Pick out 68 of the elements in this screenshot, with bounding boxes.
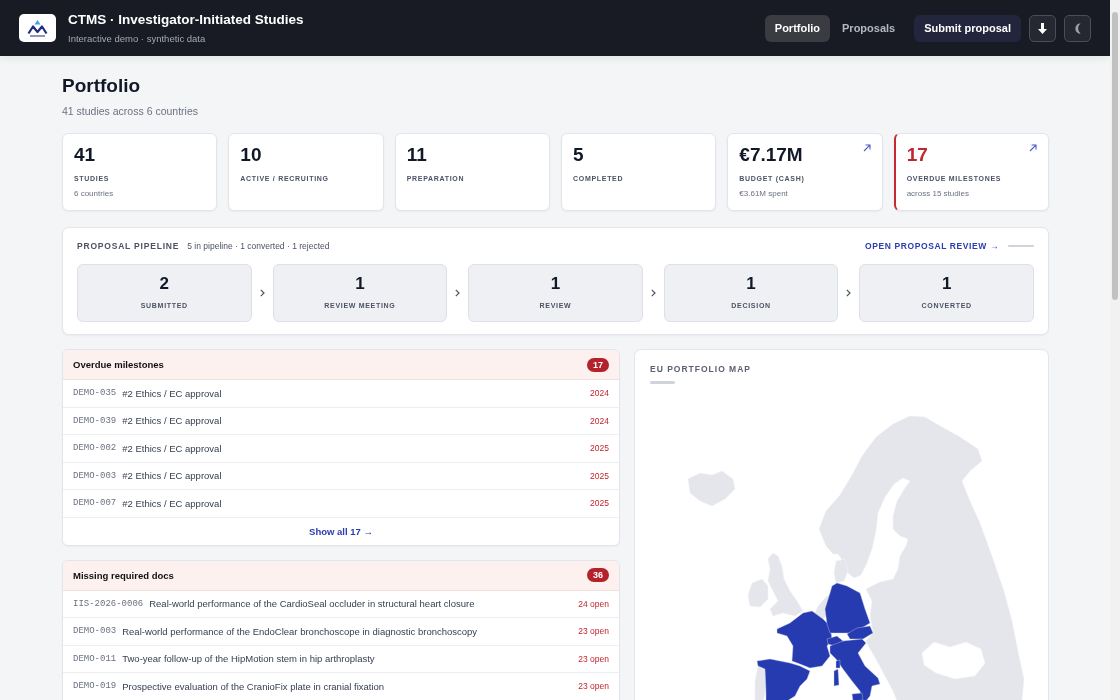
open-docs-count: 23 open	[577, 653, 609, 664]
due-year: 2024	[589, 415, 609, 426]
moon-icon	[1074, 22, 1081, 34]
app-subtitle: Interactive demo · synthetic data	[68, 33, 207, 44]
chevron-icon	[455, 289, 461, 297]
study-title: Prospective evaluation of the CranioFix plate in cranial fixation	[122, 680, 385, 692]
panel-title: PROPOSAL PIPELINE	[77, 241, 180, 251]
stat-note: 6 countries	[74, 189, 115, 199]
stage-count: 2	[159, 274, 170, 294]
open-docs-count: 23 open	[577, 681, 609, 692]
pipeline-summary: 5 in pipeline · 1 converted · 1 rejected	[187, 241, 330, 251]
stage-count: 1	[941, 274, 952, 294]
study-id: IIS-2026-0006	[73, 598, 144, 609]
page-subtitle: 41 studies across 6 countries	[62, 104, 199, 118]
open-docs-count: 24 open	[577, 598, 609, 609]
stage-count: 1	[550, 274, 561, 294]
logo-icon	[19, 14, 56, 42]
due-year: 2024	[589, 388, 609, 399]
stat-value: €7.17M	[739, 144, 804, 166]
app-title: CTMS · Investigator-Initiated Studies	[68, 12, 304, 28]
study-title: Two-year follow-up of the HipMotion stem in hip arthroplasty	[122, 653, 375, 665]
chevron-icon	[846, 289, 852, 297]
chevron-icon	[259, 289, 265, 297]
stat-value: 11	[406, 144, 428, 166]
download-button[interactable]	[1029, 14, 1056, 42]
study-id: DEMO-002	[73, 443, 117, 454]
scrollbar-thumb[interactable]	[1112, 12, 1118, 300]
due-year: 2025	[589, 470, 609, 481]
panel-title: Missing required docs	[73, 569, 174, 581]
panel-title: EU PORTFOLIO MAP	[650, 363, 752, 375]
count-badge: 36	[587, 568, 609, 582]
study-id: DEMO-003	[73, 470, 117, 481]
due-year: 2025	[589, 443, 609, 454]
study-id: DEMO-011	[73, 653, 117, 664]
study-id: DEMO-019	[73, 681, 117, 692]
due-year: 2025	[589, 498, 609, 509]
stat-value: 10	[240, 144, 263, 166]
milestone-name: #2 Ethics / EC approval	[122, 470, 222, 482]
stat-value: 5	[573, 144, 585, 166]
study-title: Real-world performance of the CardioSeal occluder in structural heart closure	[149, 598, 475, 610]
nav-tab[interactable]: Portfolio	[764, 14, 831, 42]
study-id: DEMO-003	[73, 626, 117, 637]
study-id: DEMO-039	[73, 415, 117, 426]
open-review-link[interactable]: OPEN PROPOSAL REVIEW →	[865, 241, 999, 251]
milestone-name: #2 Ethics / EC approval	[122, 442, 222, 454]
nav-tab[interactable]: Proposals	[832, 14, 906, 42]
milestone-name: #2 Ethics / EC approval	[122, 415, 222, 427]
scrollbar[interactable]	[1110, 0, 1120, 700]
study-id: DEMO-007	[73, 498, 117, 509]
show-all-link[interactable]: Show all 17 →	[309, 525, 373, 537]
study-title: Real-world performance of the EndoClear bronchoscope in diagnostic bronchoscopy	[122, 625, 478, 637]
submit-proposal-button[interactable]: Submit proposal	[914, 14, 1021, 42]
open-docs-count: 23 open	[577, 626, 609, 637]
theme-toggle-button[interactable]	[1064, 14, 1091, 42]
count-badge: 17	[587, 357, 609, 372]
stage-count: 1	[355, 274, 365, 294]
stat-value: 17	[906, 144, 929, 166]
stat-note: €3.61M spent	[739, 189, 789, 199]
milestone-name: #2 Ethics / EC approval	[122, 387, 222, 399]
stage-count: 1	[746, 274, 756, 294]
page-title: Portfolio	[62, 74, 142, 98]
chevron-icon	[650, 289, 656, 297]
milestone-name: #2 Ethics / EC approval	[122, 497, 222, 509]
download-icon	[1038, 22, 1047, 34]
panel-title: Overdue milestones	[73, 359, 164, 370]
study-id: DEMO-035	[73, 388, 117, 399]
stat-note: across 15 studies	[906, 189, 970, 199]
stat-value: 41	[74, 144, 97, 166]
